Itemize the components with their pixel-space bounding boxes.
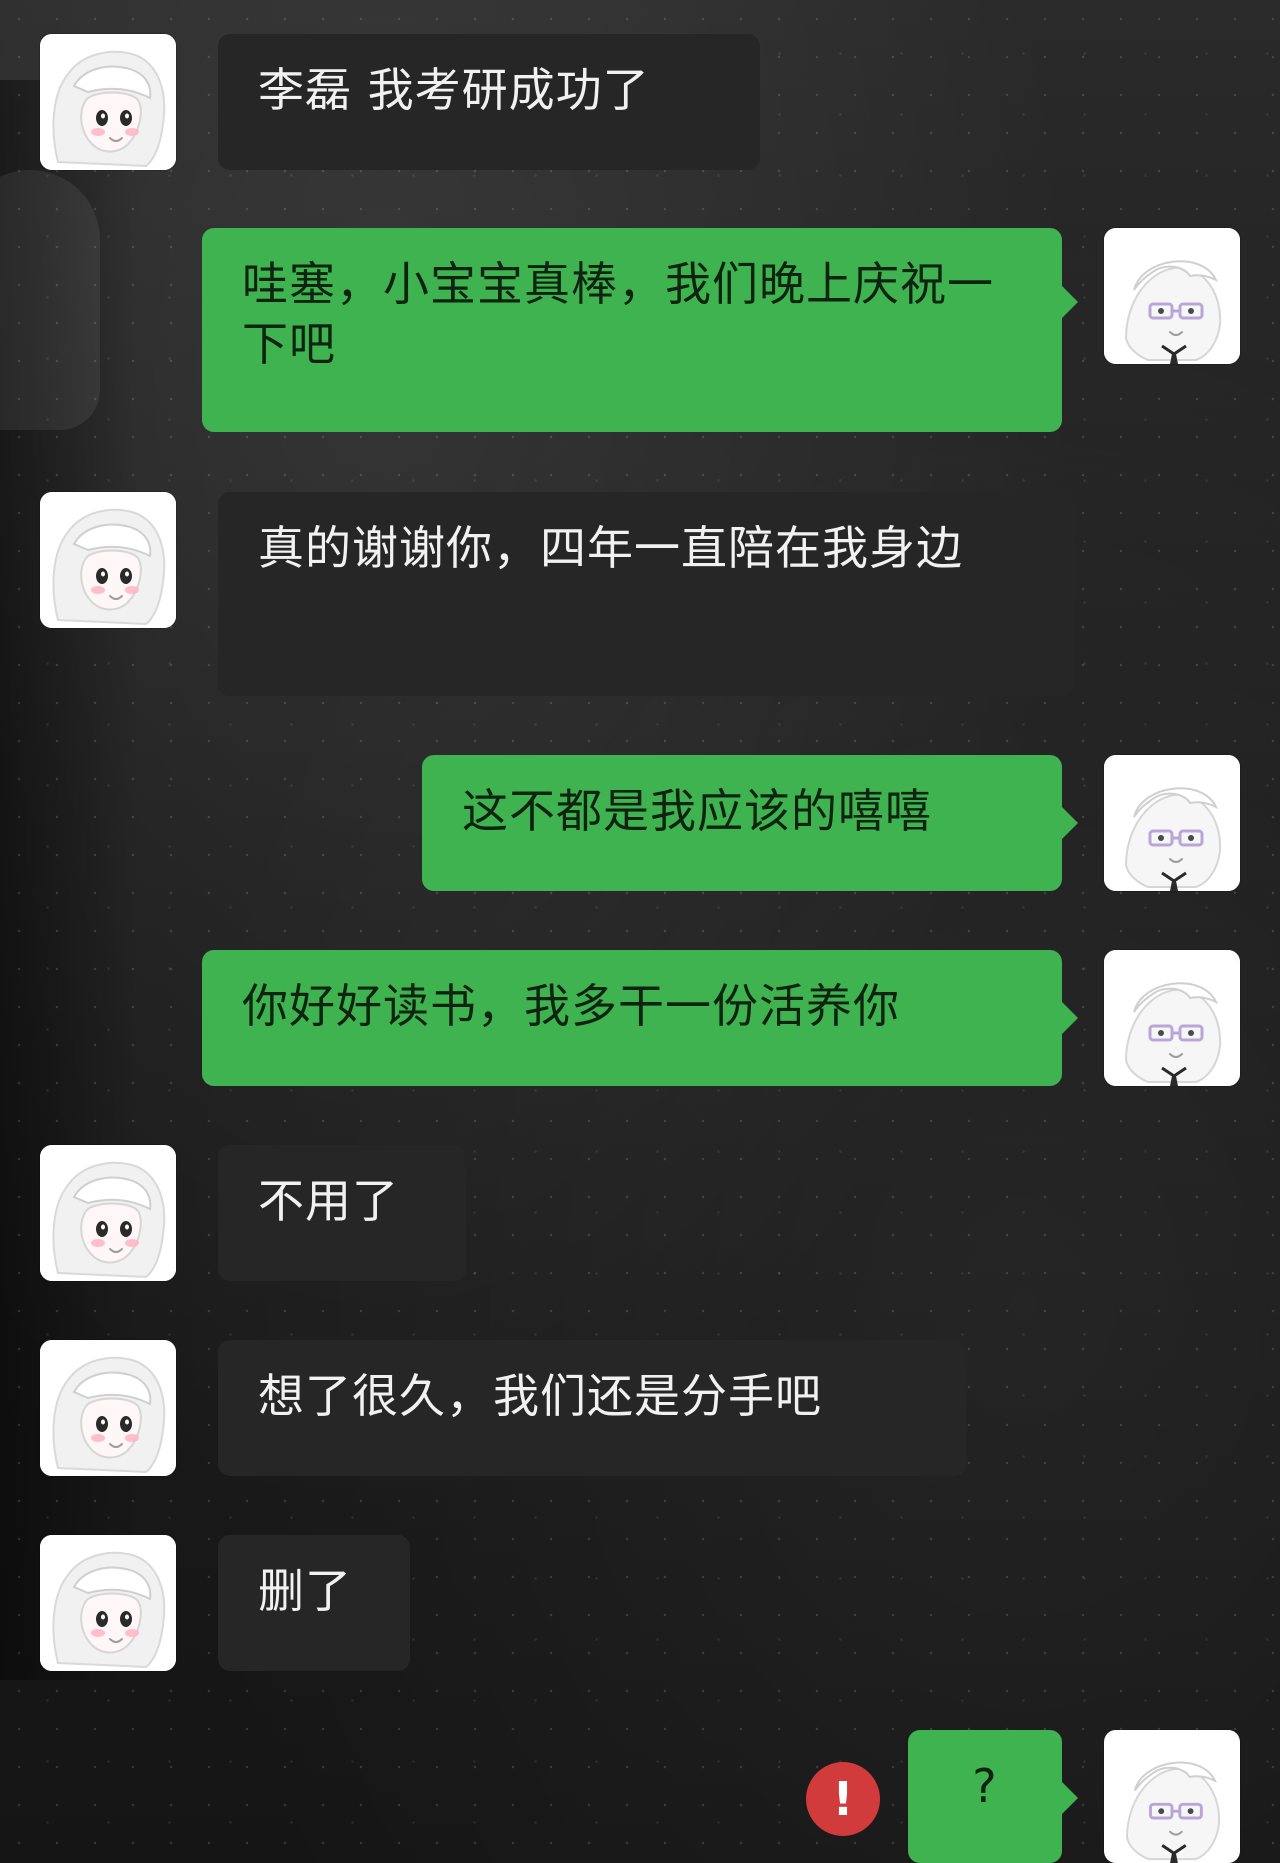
message-left — [40, 492, 176, 628]
message-right — [1104, 755, 1240, 891]
message-left — [40, 1535, 176, 1671]
message-text: 不用了 — [258, 1174, 399, 1228]
send-failed-icon[interactable]: ! — [806, 1762, 880, 1836]
girl-avatar[interactable] — [40, 492, 176, 628]
bubble-tail — [1062, 1002, 1078, 1034]
message-bubble-left[interactable]: 李磊 我考研成功了 — [218, 34, 760, 170]
message-text: 真的谢谢你，四年一直陪在我身边 — [258, 521, 963, 575]
message-left — [40, 34, 176, 170]
message-text: 你好好读书，我多干一份活养你 — [242, 979, 900, 1033]
girl-avatar[interactable] — [40, 1340, 176, 1476]
message-left — [40, 1145, 176, 1281]
boy-avatar[interactable] — [1104, 755, 1240, 891]
message-text: ? — [972, 1759, 998, 1813]
message-bubble-left[interactable]: 想了很久，我们还是分手吧 — [218, 1340, 966, 1476]
girl-avatar[interactable] — [40, 1535, 176, 1671]
message-bubble-right[interactable]: 这不都是我应该的嘻嘻 — [422, 755, 1078, 891]
message-text: 想了很久，我们还是分手吧 — [258, 1369, 822, 1423]
message-text: 删了 — [258, 1564, 352, 1618]
message-bubble-right[interactable]: 哇塞，小宝宝真棒，我们晚上庆祝一下吧 — [202, 228, 1078, 432]
message-bubble-right[interactable]: ? — [908, 1730, 1078, 1863]
message-right — [1104, 1730, 1240, 1863]
bubble-tail — [1062, 1782, 1078, 1814]
message-bubble-left[interactable]: 删了 — [218, 1535, 410, 1671]
boy-avatar[interactable] — [1104, 950, 1240, 1086]
bubble-tail — [1062, 286, 1078, 318]
girl-avatar[interactable] — [40, 1145, 176, 1281]
message-text: 哇塞，小宝宝真棒，我们晚上庆祝一下吧 — [242, 257, 994, 371]
girl-avatar[interactable] — [40, 34, 176, 170]
message-bubble-right[interactable]: 你好好读书，我多干一份活养你 — [202, 950, 1078, 1086]
boy-avatar[interactable] — [1104, 1730, 1240, 1863]
message-left — [40, 1340, 176, 1476]
message-right — [1104, 228, 1240, 364]
message-bubble-left[interactable]: 真的谢谢你，四年一直陪在我身边 — [218, 492, 1074, 696]
bubble-tail — [1062, 807, 1078, 839]
message-text: 这不都是我应该的嘻嘻 — [462, 784, 932, 838]
message-text: 李磊 我考研成功了 — [258, 63, 650, 117]
message-bubble-left[interactable]: 不用了 — [218, 1145, 466, 1281]
message-right — [1104, 950, 1240, 1086]
boy-avatar[interactable] — [1104, 228, 1240, 364]
